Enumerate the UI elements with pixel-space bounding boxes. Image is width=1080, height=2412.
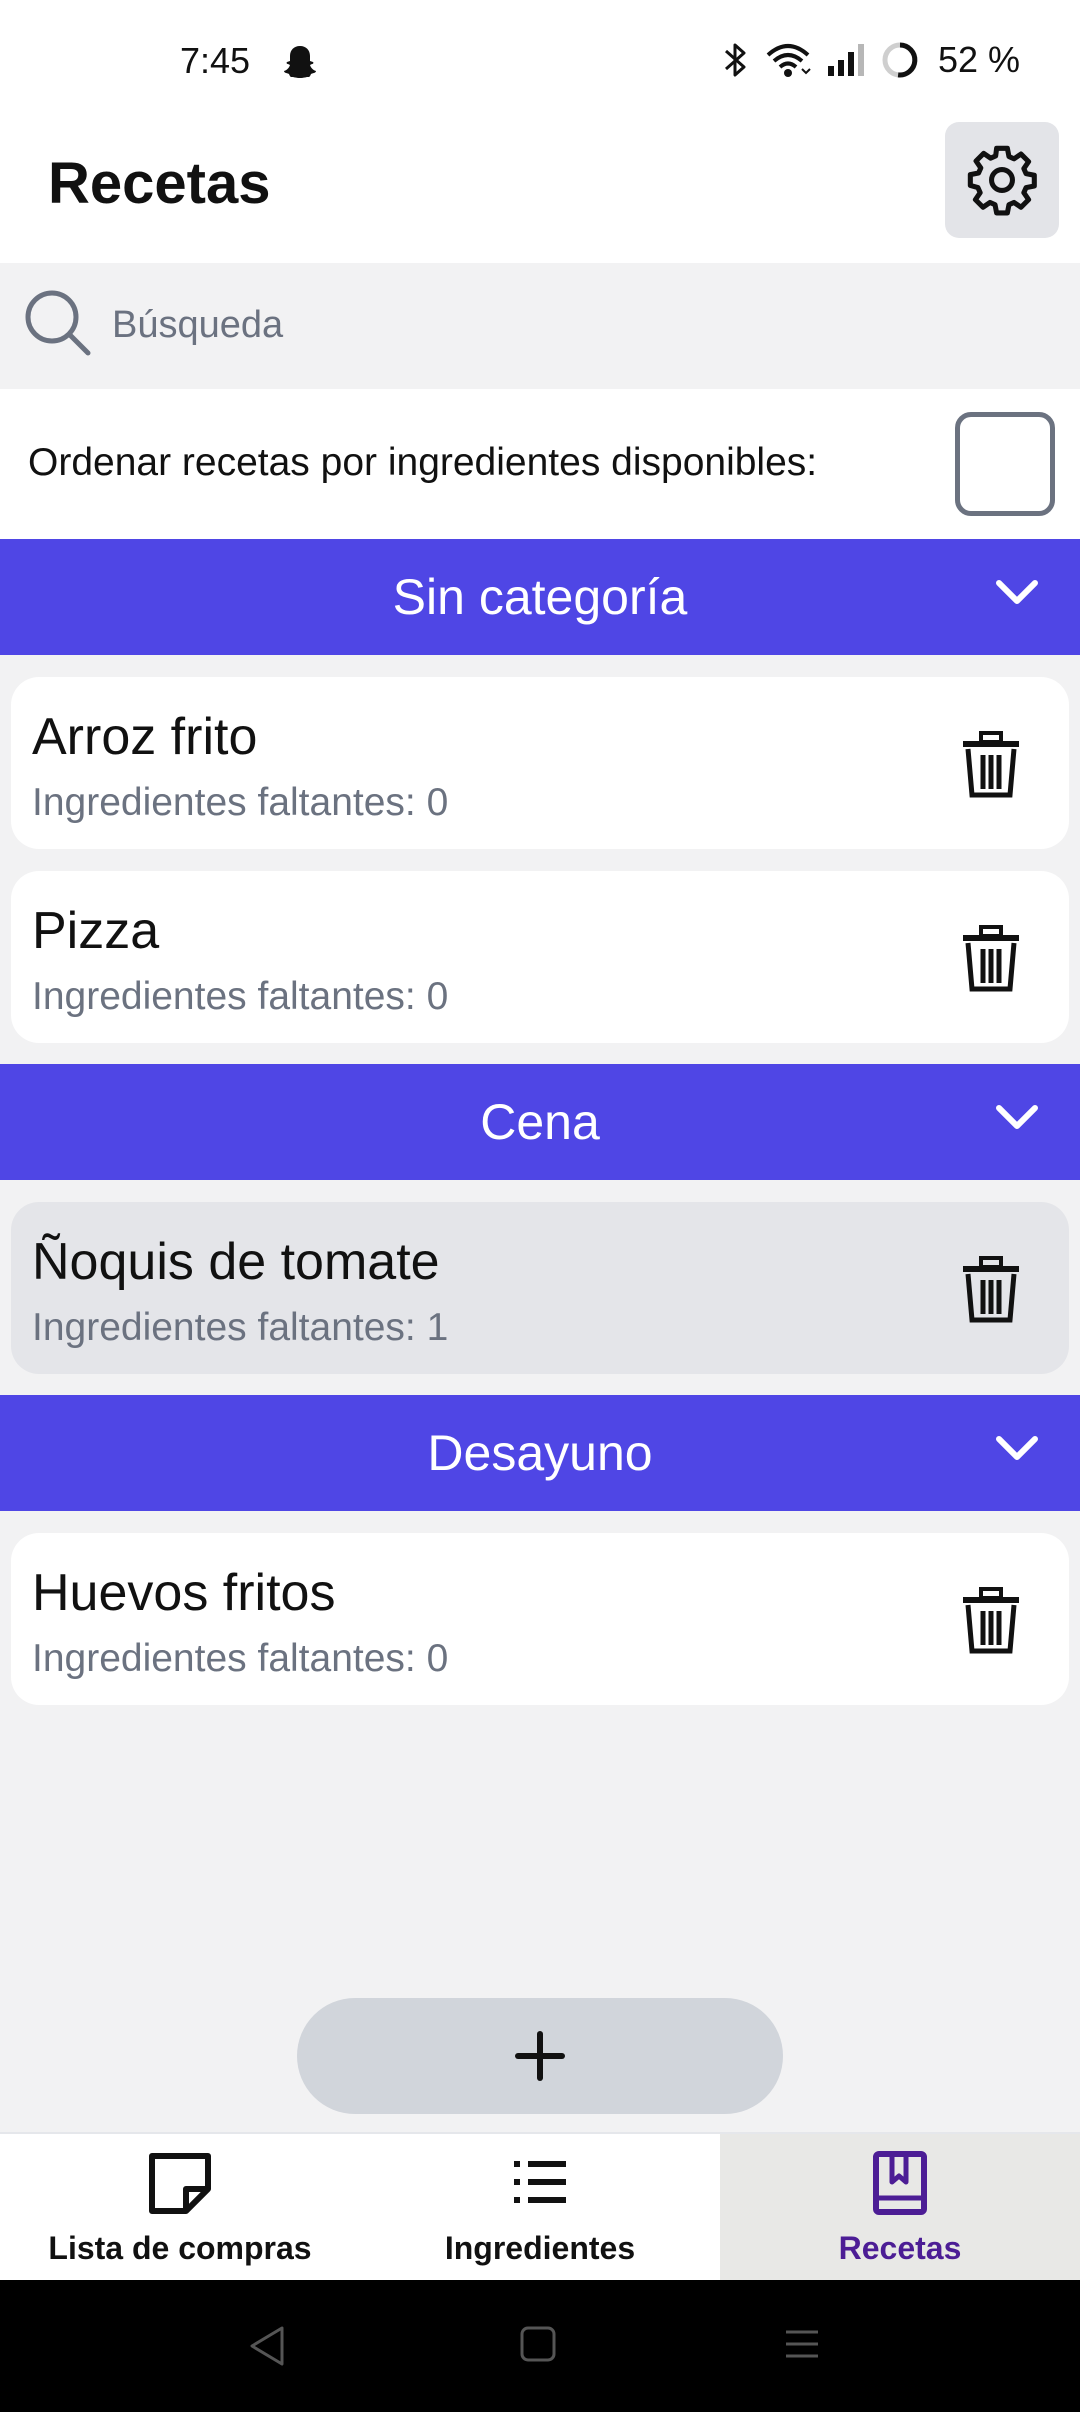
bottom-navigation: Lista de compras Ingredientes Recetas: [0, 2132, 1080, 2282]
trash-icon[interactable]: [959, 731, 1023, 799]
bluetooth-icon: [724, 43, 746, 77]
settings-button[interactable]: [945, 122, 1059, 238]
search-input[interactable]: [112, 285, 1012, 365]
recipe-card[interactable]: Huevos fritos Ingredientes faltantes: 0: [11, 1533, 1069, 1705]
trash-icon[interactable]: [959, 1587, 1023, 1655]
page-title: Recetas: [48, 151, 271, 216]
battery-percentage: 52 %: [937, 39, 1020, 80]
chevron-down-icon: [996, 1105, 1038, 1129]
nav-label: Recetas: [838, 2230, 962, 2266]
book-icon: [873, 2151, 927, 2215]
chevron-down-icon: [996, 580, 1038, 604]
recipe-missing-count: Ingredientes faltantes: 0: [32, 781, 449, 824]
recipe-name: Ñoquis de tomate: [32, 1233, 440, 1291]
sort-row: Ordenar recetas por ingredientes disponi…: [0, 389, 1080, 539]
recipe-name: Arroz frito: [32, 708, 258, 766]
recipe-missing-count: Ingredientes faltantes: 1: [32, 1306, 449, 1349]
recipe-name: Huevos fritos: [32, 1564, 336, 1622]
battery-icon: [882, 42, 918, 78]
trash-icon[interactable]: [959, 925, 1023, 993]
nav-label: Lista de compras: [48, 2230, 312, 2266]
nav-item-shopping-list[interactable]: Lista de compras: [0, 2134, 360, 2282]
signal-icon: [827, 44, 864, 76]
status-bar: 7:45 52 %: [0, 0, 1080, 120]
recipe-missing-count: Ingredientes faltantes: 0: [32, 1637, 449, 1680]
search-bar: [0, 263, 1080, 389]
recipe-card[interactable]: Arroz frito Ingredientes faltantes: 0: [11, 677, 1069, 849]
list-icon: [514, 2161, 566, 2203]
system-navigation-bar: [0, 2280, 1080, 2412]
plus-icon: [515, 2031, 565, 2081]
sort-checkbox[interactable]: [955, 412, 1055, 516]
recipe-name: Pizza: [32, 902, 160, 960]
app-header: Recetas: [0, 120, 1080, 263]
category-title: Cena: [480, 1094, 600, 1150]
back-icon[interactable]: [246, 2324, 288, 2368]
category-header[interactable]: Cena: [0, 1064, 1080, 1180]
trash-icon[interactable]: [959, 1256, 1023, 1324]
sort-label: Ordenar recetas por ingredientes disponi…: [28, 441, 818, 484]
home-icon[interactable]: [518, 2324, 558, 2364]
nav-label: Ingredientes: [444, 2230, 636, 2266]
add-recipe-button[interactable]: [297, 1998, 783, 2114]
nav-item-recipes[interactable]: Recetas: [720, 2134, 1080, 2282]
recipe-missing-count: Ingredientes faltantes: 0: [32, 975, 449, 1018]
category-title: Desayuno: [427, 1425, 653, 1481]
nav-item-ingredients[interactable]: Ingredientes: [360, 2134, 720, 2282]
search-icon: [25, 290, 91, 356]
category-title: Sin categoría: [392, 569, 688, 625]
menu-icon[interactable]: [782, 2324, 822, 2364]
recipe-card[interactable]: Ñoquis de tomate Ingredientes faltantes:…: [11, 1202, 1069, 1374]
category-header[interactable]: Sin categoría: [0, 539, 1080, 655]
status-icons: 52 %: [722, 36, 1020, 84]
gear-icon: [967, 145, 1037, 216]
recipe-card[interactable]: Pizza Ingredientes faltantes: 0: [11, 871, 1069, 1043]
status-time: 7:45: [180, 40, 251, 81]
category-header[interactable]: Desayuno: [0, 1395, 1080, 1511]
note-icon: [149, 2153, 211, 2214]
wifi-icon: [766, 44, 811, 77]
snapchat-icon: [284, 46, 316, 78]
chevron-down-icon: [996, 1436, 1038, 1460]
